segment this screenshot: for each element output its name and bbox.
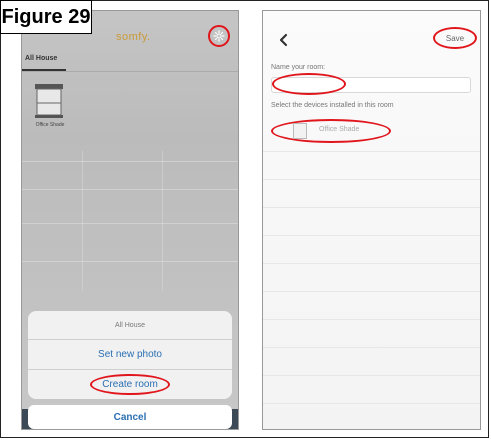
device-tile-label: Office Shade — [35, 122, 65, 128]
list-divider — [263, 291, 480, 292]
tab-all-house[interactable]: All House — [25, 55, 57, 62]
device-name: Office Shade — [319, 126, 360, 133]
action-sheet-title: All House — [28, 311, 232, 340]
action-sheet: All House Set new photo Create room — [28, 311, 232, 399]
list-divider — [263, 347, 480, 348]
list-divider — [263, 235, 480, 236]
gear-icon[interactable] — [208, 25, 230, 47]
save-button[interactable]: Save — [433, 27, 477, 49]
shade-icon[interactable] — [34, 83, 64, 119]
figure-label: Figure 29 — [0, 0, 92, 34]
left-phone-screen: somfy. All House Office Shade All House … — [21, 10, 239, 430]
create-room-label[interactable]: Create room — [90, 373, 170, 395]
set-new-photo-option[interactable]: Set new photo — [28, 339, 232, 370]
right-phone-screen: Save Name your room: Select the devices … — [262, 10, 481, 430]
list-divider — [263, 319, 480, 320]
devices-label: Select the devices installed in this roo… — [271, 102, 394, 109]
list-divider — [263, 151, 480, 152]
list-divider — [263, 179, 480, 180]
name-field-highlight — [272, 73, 346, 95]
list-divider — [263, 263, 480, 264]
list-divider — [263, 207, 480, 208]
gear-icon-glyph — [213, 30, 225, 42]
somfy-logo: somfy. — [116, 31, 151, 43]
create-room-option[interactable]: Create room — [28, 369, 232, 399]
tab-divider — [22, 71, 238, 72]
name-room-label: Name your room: — [271, 64, 326, 71]
shade-icon — [293, 123, 307, 139]
list-divider — [263, 403, 480, 404]
cancel-button[interactable]: Cancel — [28, 405, 232, 429]
chevron-left-icon[interactable] — [277, 33, 291, 47]
list-divider — [263, 375, 480, 376]
